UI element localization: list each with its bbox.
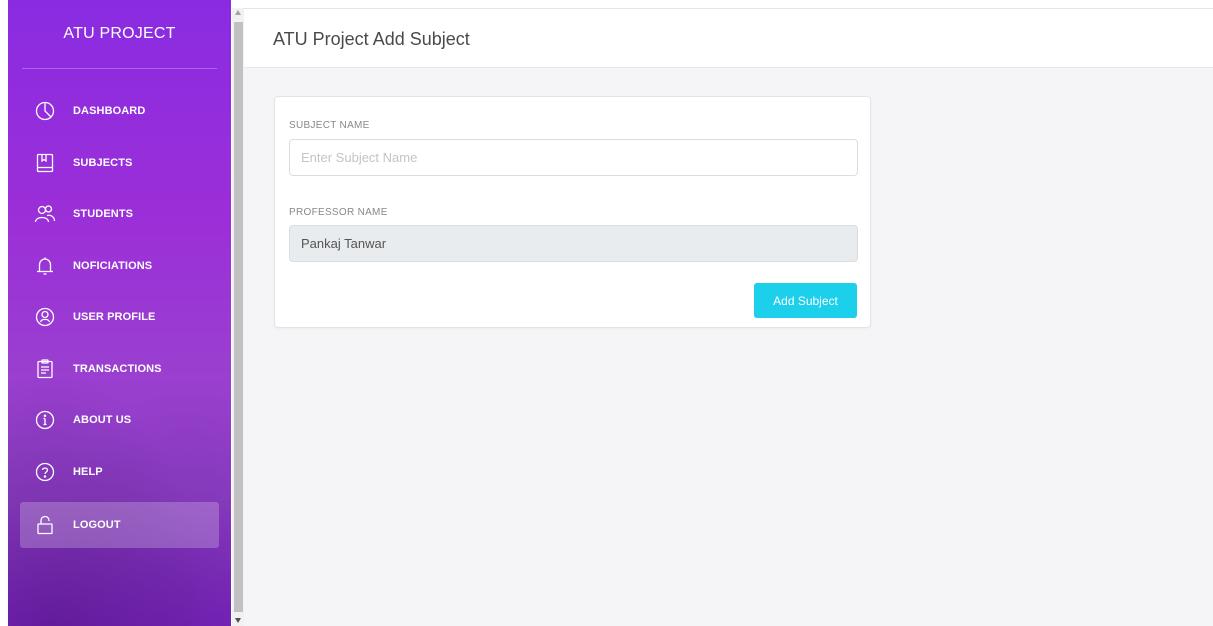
scroll-down-arrow-icon[interactable] <box>235 618 241 623</box>
sidebar-item-label: SUBJECTS <box>73 156 133 169</box>
help-icon <box>34 461 56 483</box>
sidebar-item-notifications[interactable]: NOFICIATIONS <box>20 245 219 287</box>
sidebar: ATU PROJECT DASHBOARD SUBJECTS STUDENTS <box>8 0 231 626</box>
sidebar-nav: DASHBOARD SUBJECTS STUDENTS NOFICIATIONS <box>8 90 231 558</box>
bell-icon <box>34 255 56 277</box>
sidebar-item-help[interactable]: HELP <box>20 451 219 493</box>
professor-name-label: PROFESSOR NAME <box>289 207 388 218</box>
sidebar-brand[interactable]: ATU PROJECT <box>8 0 231 68</box>
sidebar-item-label: TRANSACTIONS <box>73 362 162 375</box>
add-subject-button[interactable]: Add Subject <box>754 283 857 318</box>
subject-name-input[interactable] <box>289 139 858 176</box>
info-icon <box>34 409 56 431</box>
sidebar-item-label: ABOUT US <box>73 414 132 426</box>
subject-name-label: SUBJECT NAME <box>289 120 370 131</box>
sidebar-scrollbar-thumb[interactable] <box>234 22 243 612</box>
dashboard-icon <box>34 100 56 122</box>
book-icon <box>34 152 56 174</box>
sidebar-item-subjects[interactable]: SUBJECTS <box>20 142 219 184</box>
users-icon <box>34 203 56 225</box>
lock-icon <box>34 514 56 536</box>
sidebar-item-label: NOFICIATIONS <box>73 259 153 272</box>
sidebar-item-dashboard[interactable]: DASHBOARD <box>20 90 219 132</box>
brand-divider <box>22 68 217 69</box>
add-subject-card: SUBJECT NAME PROFESSOR NAME Add Subject <box>274 96 871 328</box>
sidebar-item-label: USER PROFILE <box>73 311 156 323</box>
sidebar-item-label: HELP <box>73 465 103 478</box>
scroll-up-arrow-icon[interactable] <box>235 10 241 15</box>
sidebar-item-about-us[interactable]: ABOUT US <box>20 399 219 441</box>
sidebar-item-label: LOGOUT <box>73 519 121 531</box>
main-content: SUBJECT NAME PROFESSOR NAME Add Subject <box>244 68 1213 626</box>
user-icon <box>34 306 56 328</box>
sidebar-item-transactions[interactable]: TRANSACTIONS <box>20 348 219 390</box>
sidebar-item-user-profile[interactable]: USER PROFILE <box>20 296 219 338</box>
sidebar-item-label: STUDENTS <box>73 208 134 220</box>
sidebar-item-students[interactable]: STUDENTS <box>20 193 219 235</box>
page-header: ATU Project Add Subject <box>244 9 1213 68</box>
clipboard-icon <box>34 358 56 380</box>
sidebar-item-logout[interactable]: LOGOUT <box>20 502 219 548</box>
sidebar-item-label: DASHBOARD <box>73 105 146 117</box>
page-title: ATU Project Add Subject <box>273 29 470 49</box>
professor-name-field <box>289 225 858 262</box>
